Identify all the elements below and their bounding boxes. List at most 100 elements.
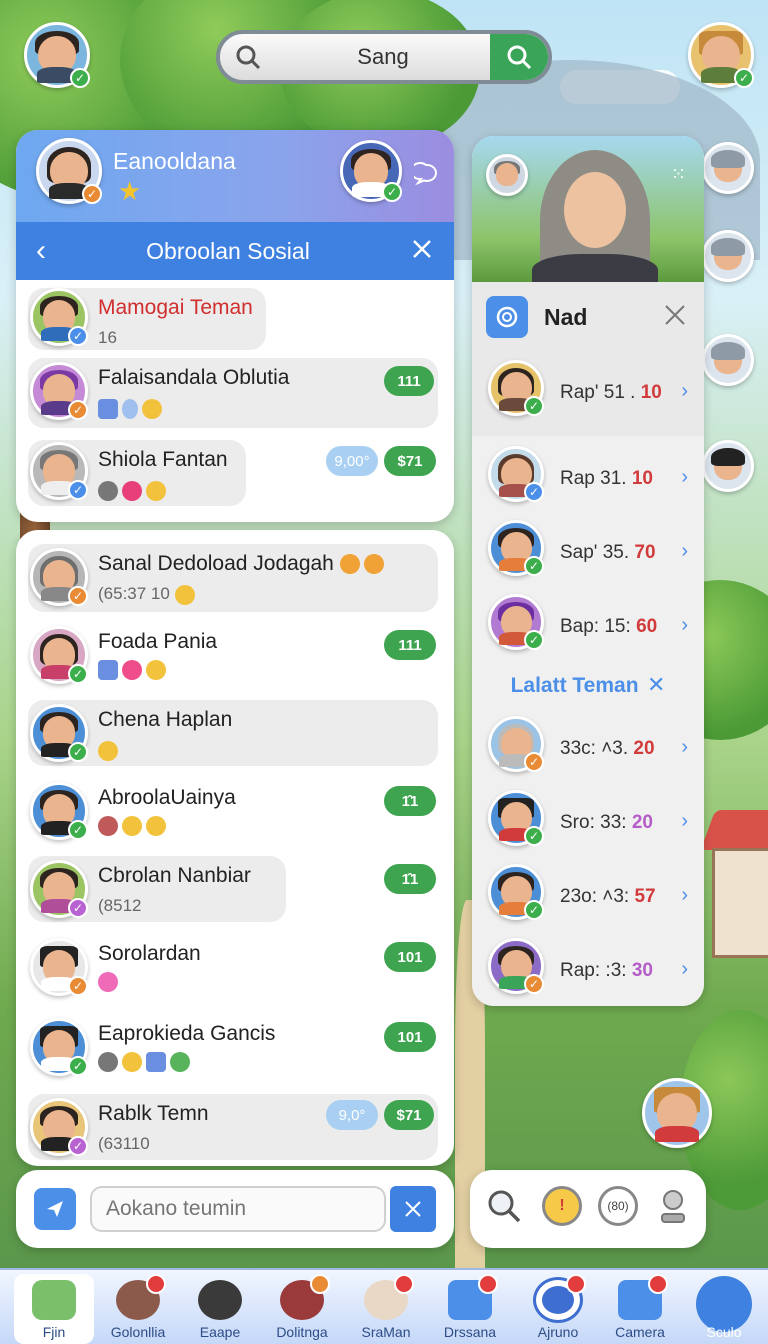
online-badge-icon: ✓: [524, 826, 544, 846]
back-chevron-icon[interactable]: ‹: [36, 234, 46, 268]
emoji-row: [98, 480, 170, 501]
nav-item-golonllia[interactable]: Golonllia: [98, 1274, 178, 1344]
settings-icon[interactable]: [486, 296, 528, 338]
friend-row[interactable]: ✓ Sro: 33: 20 ›: [472, 784, 704, 858]
friend-score: 70: [634, 542, 656, 563]
chat-subtext: (8512: [98, 896, 142, 915]
chat-row[interactable]: ✓ Foada Pania 111: [28, 622, 438, 690]
status-badge-icon: ✓: [68, 820, 88, 840]
side-avatar[interactable]: [702, 440, 754, 492]
nav-item-sculo[interactable]: Sculo: [684, 1274, 764, 1344]
status-badge-icon: ✓: [524, 752, 544, 772]
friend-avatar-top-right[interactable]: ✓: [688, 22, 754, 88]
nav-item-dolitnga[interactable]: Dolitnga: [262, 1274, 342, 1344]
friend-row[interactable]: ✓ Rap 31. 10 ›: [472, 440, 704, 514]
bottom-nav: Fjin Golonllia Eaape Dolitnga SraMan Drs…: [0, 1268, 768, 1344]
more-dots-icon[interactable]: ⁙: [671, 164, 686, 185]
unread-count-badge: $71: [384, 1100, 434, 1130]
section-label-row[interactable]: Lalatt Teman ✕: [472, 672, 704, 702]
chat-row[interactable]: ✓ Cbrolan Nanbiar (8512: [28, 856, 286, 922]
counter-icon[interactable]: (80): [598, 1186, 638, 1226]
panel-title: Obroolan Sosial: [146, 237, 310, 264]
chat-name: Rablk Temn: [98, 1102, 209, 1125]
chat-row[interactable]: ✓ AbroolaUainya 1̂1: [28, 778, 438, 846]
emoji-row: [98, 816, 170, 836]
search-button[interactable]: [490, 34, 548, 80]
nav-item-sraman[interactable]: SraMan: [346, 1274, 426, 1344]
nav-item-fjin[interactable]: Fjin: [14, 1274, 94, 1344]
mini-avatar[interactable]: [486, 154, 528, 196]
chevron-right-icon: ›: [681, 540, 688, 562]
alert-icon[interactable]: !: [542, 1186, 582, 1226]
status-badge-icon: ✓: [68, 976, 88, 996]
status-badge-icon: ✓: [68, 742, 88, 762]
nav-item-ajruno[interactable]: Ajruno: [518, 1274, 598, 1344]
chevron-right-icon: ›: [681, 884, 688, 906]
nav-item-drssana[interactable]: Drssana: [430, 1274, 510, 1344]
online-badge-icon: ✓: [524, 900, 544, 920]
status-badge-icon: ✓: [524, 482, 544, 502]
friend-row[interactable]: ✓ 33c: ˄3. 20 ›: [472, 710, 704, 784]
panel-titlebar: ‹ Obroolan Sosial: [16, 222, 454, 280]
message-input[interactable]: [90, 1186, 386, 1232]
send-arrow-icon[interactable]: [34, 1188, 76, 1230]
chat-row[interactable]: ✓ Mamogai Teman 16: [28, 288, 266, 350]
unread-count-badge: 101: [384, 942, 436, 972]
nav-label: SraMan: [361, 1324, 411, 1340]
profile-avatar[interactable]: ✓: [36, 138, 102, 204]
profile-name: Eanooldana: [113, 148, 236, 174]
search-bar[interactable]: Sang: [216, 30, 552, 84]
friend-score: 20: [631, 812, 653, 833]
online-badge-icon: ✓: [524, 556, 544, 576]
notification-badge: [146, 1274, 166, 1294]
panel-header: ✓ Eanooldana ★ ✓: [16, 130, 454, 222]
close-icon[interactable]: ✕: [647, 672, 665, 697]
chat-row[interactable]: ✓ Falaisandala Oblutia 1​1​1: [28, 358, 438, 428]
chat-row[interactable]: ✓ Sorolardan 101: [28, 934, 438, 1002]
close-icon[interactable]: [410, 237, 434, 266]
friend-row[interactable]: ✓ Sap' 35. 70 ›: [472, 514, 704, 588]
friend-row[interactable]: ✓ Bap: 15: 60 ›: [472, 588, 704, 662]
close-icon[interactable]: [662, 302, 688, 333]
nav-label: Golonllia: [110, 1324, 166, 1340]
status-badge-icon: ✓: [68, 400, 88, 420]
online-badge-icon: ✓: [70, 68, 90, 88]
unread-count-badge: 101: [384, 1022, 436, 1052]
chevron-right-icon: ›: [681, 810, 688, 832]
friend-row[interactable]: ✓ 23o: ˄3: 57 ›: [472, 858, 704, 932]
unread-count-badge: 1̂1: [384, 864, 436, 894]
search-icon[interactable]: [486, 1188, 522, 1229]
nav-label: Fjin: [42, 1324, 66, 1340]
message-composer: [16, 1170, 454, 1248]
chevron-right-icon: ›: [681, 380, 688, 402]
chat-row[interactable]: ✓ Shiola Fantan: [28, 440, 246, 506]
friend-row[interactable]: ✓ Rap: :3: 30 ›: [472, 932, 704, 1006]
friend-row[interactable]: ✓ Rap' 51 . 10 ›: [472, 354, 704, 428]
emoji-row: [98, 740, 122, 761]
floating-avatar[interactable]: [642, 1078, 712, 1148]
chat-row[interactable]: ✓ Sanal Dedoload Jodagah (65:37 10: [28, 544, 438, 612]
nav-item-camera[interactable]: Camera: [600, 1274, 680, 1344]
search-icon: [220, 44, 276, 70]
emoji-row: [98, 972, 122, 992]
chat-row[interactable]: ✓ Eaprokieda Gancis 101: [28, 1014, 438, 1082]
contact-avatar[interactable]: ✓: [340, 140, 402, 202]
chat-row[interactable]: ✓ Chena Haplan: [28, 700, 438, 766]
nav-item-eaape[interactable]: Eaape: [180, 1274, 260, 1344]
user-avatar[interactable]: ✓: [24, 22, 90, 88]
chat-row[interactable]: ✓ Rablk Temn (63110 9,0° $71: [28, 1094, 438, 1160]
person-icon[interactable]: [656, 1188, 690, 1229]
side-avatar[interactable]: [702, 230, 754, 282]
search-input[interactable]: Sang: [276, 44, 490, 70]
clear-button[interactable]: [390, 1186, 436, 1232]
status-badge-icon: ✓: [68, 1136, 88, 1156]
friend-score: 20: [633, 738, 655, 759]
unread-count-badge: $71: [384, 446, 436, 476]
notification-badge: [566, 1274, 586, 1294]
side-avatar[interactable]: [702, 334, 754, 386]
online-badge-icon: ✓: [734, 68, 754, 88]
chat-name: AbroolaUainya: [98, 786, 236, 809]
side-avatar[interactable]: [702, 142, 754, 194]
status-badge-icon: ✓: [68, 898, 88, 918]
chat-bubble-icon[interactable]: [410, 162, 438, 191]
